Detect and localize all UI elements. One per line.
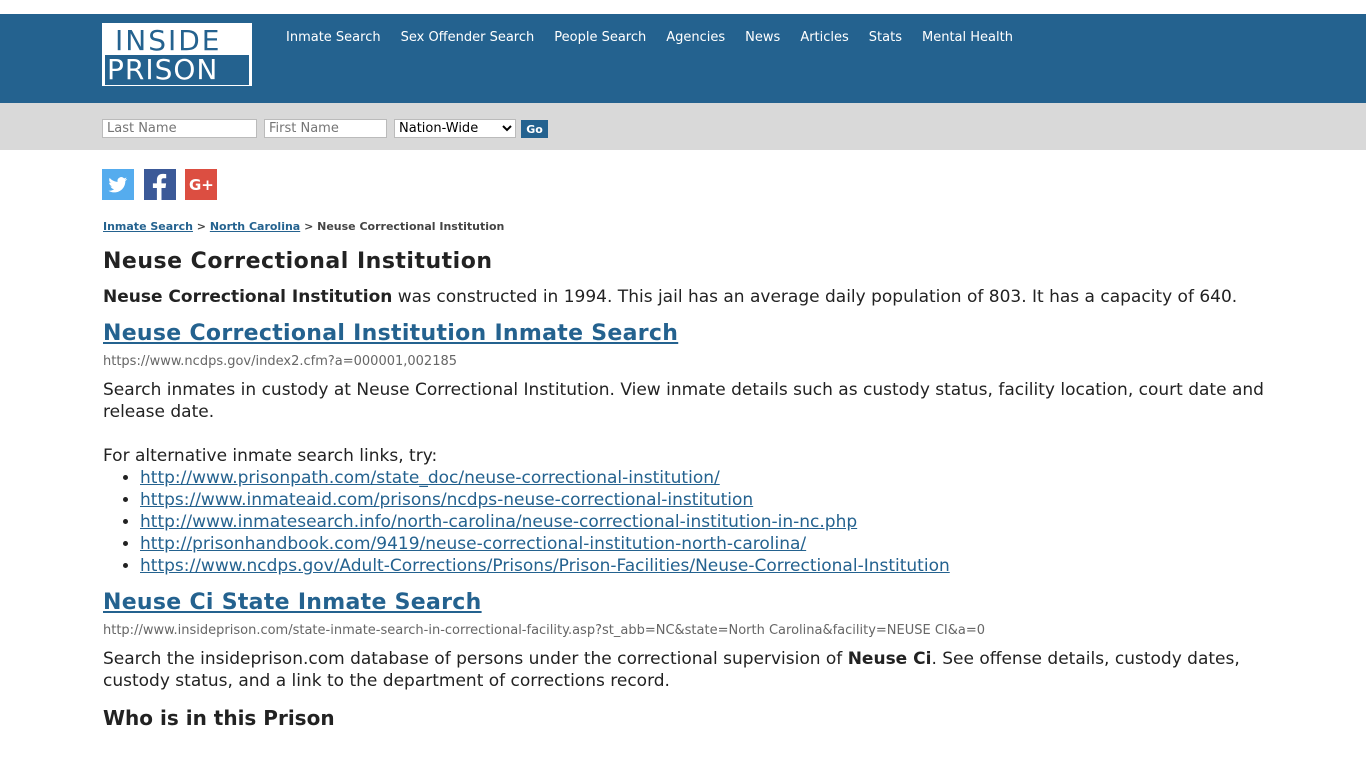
intro-paragraph: Neuse Correctional Institution was const…: [103, 286, 1268, 308]
twitter-share-button[interactable]: [102, 169, 134, 200]
breadcrumb: Inmate Search > North Carolina > Neuse C…: [103, 220, 1268, 233]
nav-sex-offender-search[interactable]: Sex Offender Search: [401, 30, 535, 45]
nav-inmate-search[interactable]: Inmate Search: [286, 30, 381, 45]
facebook-share-button[interactable]: [144, 169, 176, 200]
breadcrumb-inmate-search[interactable]: Inmate Search: [103, 220, 193, 233]
googleplus-share-button[interactable]: G+: [185, 169, 217, 200]
facebook-icon: [152, 173, 167, 200]
alt-link[interactable]: https://www.ncdps.gov/Adult-Corrections/…: [140, 556, 950, 576]
nav-people-search[interactable]: People Search: [554, 30, 646, 45]
section2-desc-bold: Neuse Ci: [847, 649, 932, 669]
search-bar: Nation-Wide Go: [0, 103, 1366, 150]
main-content: Inmate Search > North Carolina > Neuse C…: [103, 220, 1268, 730]
page-title: Neuse Correctional Institution: [103, 249, 493, 274]
logo-line1: INSIDE: [115, 24, 222, 57]
list-item: http://www.inmatesearch.info/north-carol…: [140, 511, 1268, 533]
section2-url: http://www.insideprison.com/state-inmate…: [103, 623, 986, 638]
nav-news[interactable]: News: [745, 30, 780, 45]
logo-line2-bg: PRISON: [105, 55, 249, 85]
googleplus-icon: G+: [189, 176, 214, 194]
site-logo[interactable]: INSIDE PRISON: [102, 23, 252, 86]
go-button[interactable]: Go: [521, 120, 548, 138]
last-name-input[interactable]: [102, 119, 257, 138]
breadcrumb-current: Neuse Correctional Institution: [317, 220, 505, 233]
breadcrumb-north-carolina[interactable]: North Carolina: [210, 220, 300, 233]
list-item: http://prisonhandbook.com/9419/neuse-cor…: [140, 533, 1268, 555]
section1-description: Search inmates in custody at Neuse Corre…: [103, 380, 1264, 422]
list-item: https://www.ncdps.gov/Adult-Corrections/…: [140, 555, 1268, 577]
nav-mental-health[interactable]: Mental Health: [922, 30, 1013, 45]
section1-url: https://www.ncdps.gov/index2.cfm?a=00000…: [103, 354, 458, 369]
section2-title-link[interactable]: Neuse Ci State Inmate Search: [103, 590, 482, 615]
intro-bold: Neuse Correctional Institution: [103, 287, 393, 307]
social-share: G+: [102, 169, 227, 200]
section1-heading: Neuse Correctional Institution Inmate Se…: [103, 321, 1268, 346]
list-item: https://www.inmateaid.com/prisons/ncdps-…: [140, 489, 1268, 511]
alt-links-intro: For alternative inmate search links, try…: [103, 446, 438, 466]
intro-text: was constructed in 1994. This jail has a…: [392, 287, 1238, 307]
nav-agencies[interactable]: Agencies: [666, 30, 725, 45]
scope-select[interactable]: Nation-Wide: [394, 119, 516, 138]
alt-links-list: http://www.prisonpath.com/state_doc/neus…: [103, 467, 1268, 577]
alt-link[interactable]: http://www.inmatesearch.info/north-carol…: [140, 512, 857, 532]
nav-stats[interactable]: Stats: [869, 30, 902, 45]
nav-articles[interactable]: Articles: [800, 30, 848, 45]
twitter-icon: [108, 177, 128, 193]
first-name-input[interactable]: [264, 119, 387, 138]
section1-title-link[interactable]: Neuse Correctional Institution Inmate Se…: [103, 321, 678, 346]
alt-link[interactable]: https://www.inmateaid.com/prisons/ncdps-…: [140, 490, 753, 510]
breadcrumb-sep: >: [192, 220, 210, 233]
logo-line2: PRISON: [107, 53, 219, 86]
svg-text:G+: G+: [189, 176, 214, 194]
alt-link[interactable]: http://www.prisonpath.com/state_doc/neus…: [140, 468, 720, 488]
section2-description: Search the insideprison.com database of …: [103, 648, 1268, 692]
section3-heading: Who is in this Prison: [103, 706, 335, 730]
main-nav: Inmate Search Sex Offender Search People…: [286, 30, 1033, 45]
section2-heading: Neuse Ci State Inmate Search: [103, 590, 1268, 615]
breadcrumb-sep: >: [300, 220, 318, 233]
alt-link[interactable]: http://prisonhandbook.com/9419/neuse-cor…: [140, 534, 806, 554]
section2-desc-pre: Search the insideprison.com database of …: [103, 649, 848, 669]
list-item: http://www.prisonpath.com/state_doc/neus…: [140, 467, 1268, 489]
